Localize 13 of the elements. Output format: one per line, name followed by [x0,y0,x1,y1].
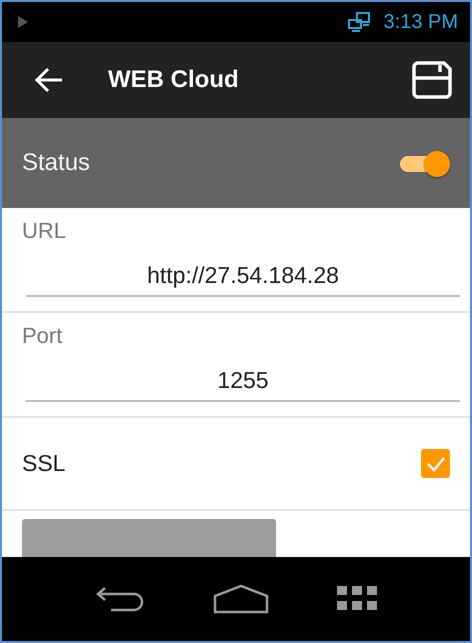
ssl-checkbox[interactable] [421,449,450,478]
field-label: Port [22,323,64,349]
check-icon [426,456,446,472]
status-label: Status [22,149,92,177]
status-switch[interactable] [398,150,450,176]
ssl-label: SSL [22,450,66,477]
network-icon [348,12,370,32]
status-time: 3:13 PM [384,10,458,34]
input-field[interactable]: http://27.54.184.28 [26,258,460,297]
field-label: URL [22,218,68,244]
play-icon [18,16,28,28]
input-field[interactable]: 1255 [26,363,460,402]
screen-title: WEB Cloud [108,66,240,94]
